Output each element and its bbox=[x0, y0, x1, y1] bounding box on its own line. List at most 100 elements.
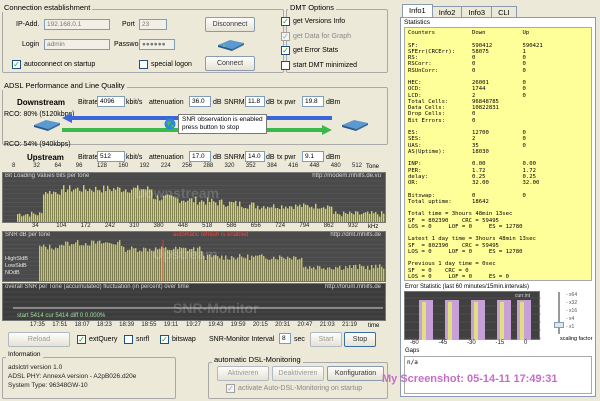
snr-bar bbox=[343, 269, 345, 281]
snr-watermark: Upstream bbox=[153, 246, 218, 262]
snr-bar bbox=[317, 265, 319, 281]
snr-low-label: LowSldB bbox=[5, 263, 27, 269]
versions-checkbox[interactable]: ✓ get Versions Info bbox=[281, 17, 345, 26]
snr-bar bbox=[47, 249, 49, 281]
bit-bar bbox=[103, 185, 105, 222]
error-statistic-x-axis: -60 -45 -30 -15 0 bbox=[404, 340, 540, 348]
bit-bar bbox=[127, 192, 129, 222]
frequency-tick: 172 bbox=[80, 223, 91, 229]
connect-button[interactable]: Connect bbox=[205, 56, 255, 71]
time-tick: 19:27 bbox=[186, 322, 202, 328]
config-button[interactable]: Konfiguration bbox=[327, 366, 384, 381]
graph-data-checkbox[interactable]: ✓ get Data for Graph bbox=[281, 32, 351, 41]
snr-bar bbox=[333, 269, 335, 281]
snr-bar bbox=[307, 268, 309, 281]
activate-button[interactable]: Aktivieren bbox=[217, 366, 269, 381]
error-bar-inner bbox=[422, 302, 426, 340]
snr-message-line2: press button to stop bbox=[182, 124, 240, 131]
autoconnect-checkbox[interactable]: ✓ autoconnect on startup bbox=[12, 60, 95, 69]
bit-bar bbox=[17, 214, 19, 222]
tone-tick: 416 bbox=[288, 163, 299, 169]
snr-bar bbox=[257, 255, 259, 281]
down-bitrate-label: Bitrate bbox=[78, 99, 99, 106]
frequency-tick: 34 bbox=[32, 223, 39, 229]
down-kbits-label: kbit/s bbox=[126, 99, 143, 106]
down-attenuation-field[interactable]: 36.0 bbox=[189, 96, 211, 107]
down-bitrate-field[interactable]: 4096 bbox=[97, 96, 125, 107]
stop-button[interactable]: Stop bbox=[344, 332, 376, 347]
rco-up-label: RCO: 54% (940kbps) bbox=[4, 141, 71, 148]
snr-bar bbox=[141, 251, 143, 281]
bit-bar bbox=[381, 211, 383, 222]
extquery-checkbox[interactable]: ✓ extQuery bbox=[77, 335, 117, 344]
reload-button[interactable]: Reload bbox=[8, 332, 70, 347]
bit-bar bbox=[231, 201, 233, 222]
bitswap-checkbox[interactable]: ✓ bitswap bbox=[160, 335, 196, 344]
down-snrm-field[interactable]: 11.8 bbox=[245, 96, 265, 107]
bit-bar bbox=[267, 206, 269, 222]
interval-field[interactable]: 8 bbox=[279, 333, 291, 344]
start-minimized-checkbox[interactable]: start DMT minimized bbox=[281, 61, 357, 70]
snr-bar bbox=[305, 266, 307, 281]
down-txpwr-field[interactable]: 19.8 bbox=[302, 96, 324, 107]
bit-bar bbox=[91, 190, 93, 222]
scaling-slider-thumb[interactable] bbox=[554, 322, 564, 328]
bit-bar bbox=[303, 203, 305, 222]
scaling-slider[interactable] bbox=[554, 292, 564, 334]
up-bitrate-field[interactable]: 512 bbox=[97, 151, 125, 162]
snr-bar bbox=[323, 268, 325, 281]
statistics-panel[interactable]: Counters Down Up SF: 590412 590421 SFErr… bbox=[404, 27, 592, 281]
start-button[interactable]: Start bbox=[310, 332, 342, 347]
bit-bar bbox=[215, 202, 217, 222]
port-label: Port bbox=[122, 21, 135, 28]
bit-bar bbox=[339, 214, 341, 222]
bit-bar bbox=[45, 192, 47, 222]
deactivate-button[interactable]: Deaktivieren bbox=[272, 366, 324, 381]
time-tick: 18:39 bbox=[119, 322, 135, 328]
snr-bar bbox=[93, 240, 95, 281]
bit-bar bbox=[365, 212, 367, 222]
port-field[interactable]: 23 bbox=[139, 19, 167, 30]
bit-bar bbox=[125, 189, 127, 222]
snrfl-checkbox[interactable]: snrfl bbox=[124, 335, 149, 344]
snr-bar bbox=[289, 258, 291, 281]
error-stats-checkbox[interactable]: ✓ get Error Stats bbox=[281, 46, 338, 55]
snr-bar bbox=[383, 268, 385, 281]
bit-bar bbox=[251, 202, 253, 222]
bit-bar bbox=[315, 203, 317, 222]
bit-bar bbox=[327, 205, 329, 222]
snr-bar bbox=[111, 243, 113, 281]
ip-field[interactable]: 192.168.0.1 bbox=[44, 19, 110, 30]
snr-bar bbox=[321, 268, 323, 281]
up-txpwr-field[interactable]: 9.1 bbox=[302, 151, 324, 162]
error-bar-inner bbox=[474, 302, 478, 340]
frequency-tick: 724 bbox=[275, 223, 286, 229]
bit-bar bbox=[37, 215, 39, 222]
bit-bar bbox=[183, 200, 185, 222]
login-field[interactable]: admin bbox=[44, 39, 110, 50]
up-snrm-field[interactable]: 14.0 bbox=[245, 151, 265, 162]
bit-bar bbox=[269, 207, 271, 222]
tab-info1[interactable]: Info1 bbox=[402, 4, 433, 18]
snr-bar bbox=[229, 259, 231, 281]
bit-bar bbox=[335, 211, 337, 222]
frequency-axis: 34 104 172 242 310 380 448 518 586 656 724 794 862 93… bbox=[2, 223, 388, 231]
auto-startup-checkbox[interactable]: ✓ activate Auto-DSL-Monitoring on startup bbox=[226, 384, 362, 393]
disconnect-button[interactable]: Disconnect bbox=[205, 17, 255, 32]
bit-bar bbox=[219, 200, 221, 222]
bit-bar bbox=[161, 199, 163, 222]
bit-bar bbox=[233, 202, 235, 222]
bit-bar bbox=[87, 191, 89, 222]
bit-bar bbox=[39, 212, 41, 222]
up-attenuation-field[interactable]: 17.0 bbox=[189, 151, 211, 162]
special-logon-checkbox[interactable]: special logon bbox=[139, 60, 192, 69]
snr-bar bbox=[293, 256, 295, 281]
bit-bar bbox=[213, 201, 215, 222]
frequency-tick: 104 bbox=[56, 223, 67, 229]
snr-bar bbox=[339, 265, 341, 281]
bit-bar bbox=[25, 214, 27, 222]
adsl-title: ADSL Performance and Line Quality bbox=[2, 81, 127, 90]
up-attenuation-label: attenuation bbox=[149, 154, 184, 161]
password-field[interactable]: ●●●●●● bbox=[139, 39, 175, 50]
bit-bar bbox=[229, 201, 231, 222]
